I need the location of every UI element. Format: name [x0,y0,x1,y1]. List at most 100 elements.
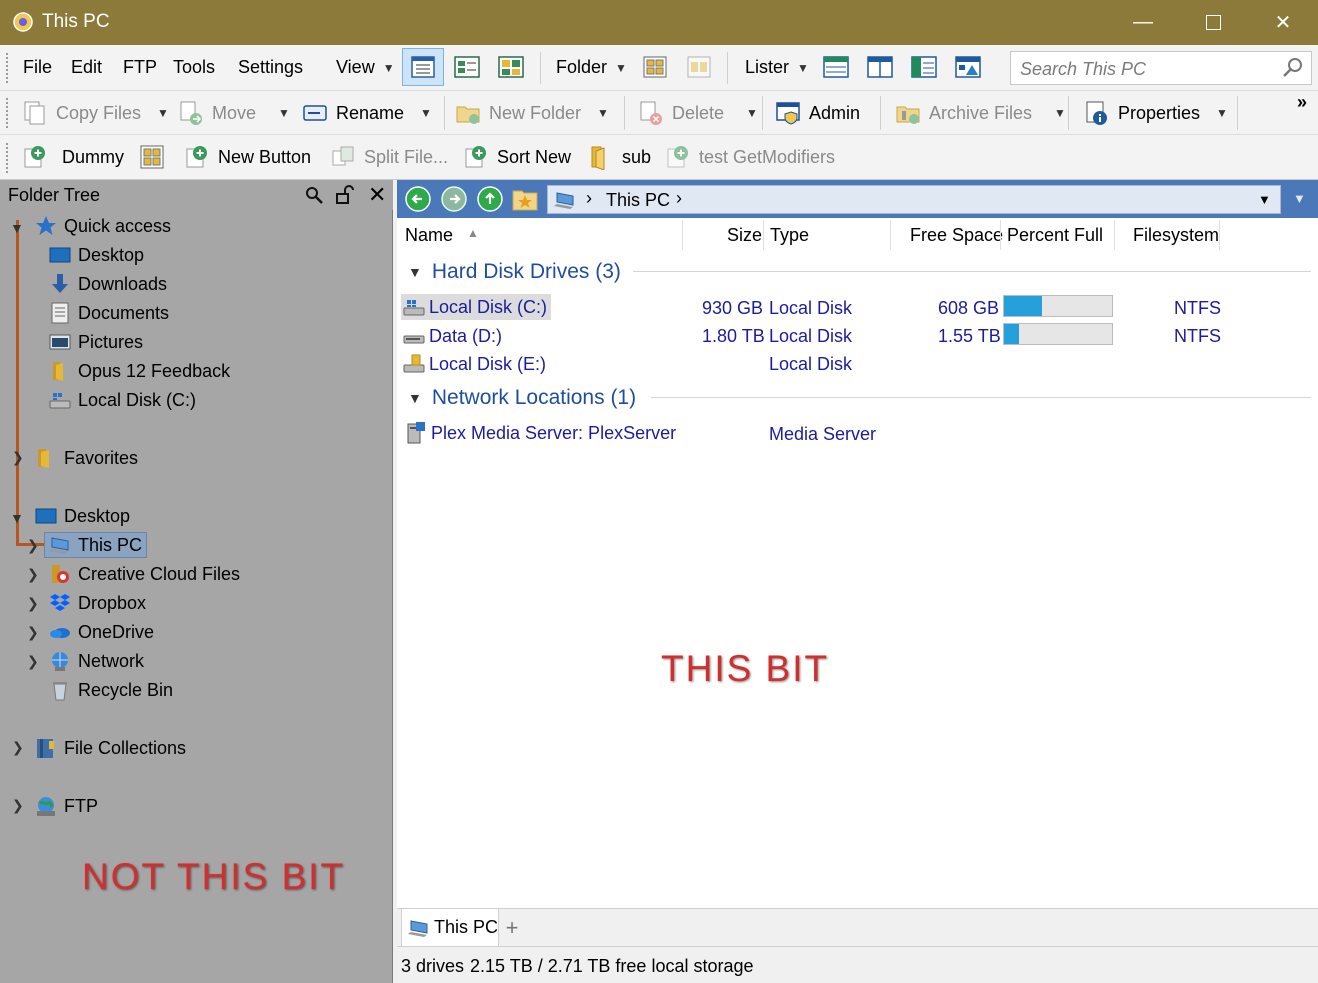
column-divider[interactable] [890,220,891,250]
tree-item-favorites[interactable]: Favorites [35,447,138,469]
column-header-free-space[interactable]: Free Space [910,225,1003,246]
tree-item-desktop[interactable]: Desktop [35,505,130,527]
tree-item-opus-feedback[interactable]: Opus 12 Feedback [49,360,230,382]
breadcrumb-this-pc[interactable]: This PC [606,190,670,211]
favorites-star-icon[interactable] [511,186,539,212]
group-header-hard-disk-drives[interactable]: ▼ Hard Disk Drives (3) [408,260,621,284]
tree-item-dropbox[interactable]: Dropbox [49,592,146,614]
menu-lister[interactable]: Lister ▼ [745,57,809,78]
breadcrumb-separator-icon[interactable]: › [676,188,682,209]
new-button-button[interactable]: New Button [184,144,311,170]
admin-button[interactable]: Admin [775,100,860,126]
split-file-button[interactable]: Split File... [330,144,448,170]
dual-horizontal-icon[interactable] [910,54,938,80]
single-display-icon[interactable] [822,54,850,80]
viewer-pane-icon[interactable] [954,54,982,80]
column-divider[interactable] [682,220,683,250]
tree-item-recycle-bin[interactable]: Recycle Bin [49,679,173,701]
column-divider[interactable] [763,220,764,250]
thumbnails-view-icon[interactable] [497,54,525,80]
archive-files-button[interactable]: Archive Files ▼ [895,100,1066,126]
tree-item-local-disk-c[interactable]: Local Disk (C:) [49,389,196,411]
minimize-button[interactable]: — [1108,0,1178,45]
menu-view[interactable]: View ▼ [336,57,395,78]
tree-item-network[interactable]: Network [49,650,144,672]
delete-button[interactable]: Delete ▼ [638,100,758,126]
properties-button[interactable]: Properties ▼ [1084,100,1228,126]
toolbar-grip[interactable] [6,53,9,83]
search-icon[interactable] [1281,56,1305,80]
collapse-chevron-icon[interactable]: ▼ [10,220,24,236]
column-header-type[interactable]: Type [770,225,809,246]
expand-chevron-icon[interactable]: ❯ [12,449,24,466]
sort-new-button[interactable]: Sort New [463,144,571,170]
expand-chevron-icon[interactable]: ❯ [27,624,39,641]
tree-item-quick-access[interactable]: Quick access [35,215,171,237]
menu-file[interactable]: File [23,57,52,78]
test-getmodifiers-button[interactable]: test GetModifiers [665,144,835,170]
dual-vertical-icon[interactable] [866,54,894,80]
maximize-button[interactable] [1178,0,1248,45]
collapse-chevron-icon[interactable]: ▼ [10,510,24,526]
details-view-button[interactable] [402,48,444,86]
tree-item-ftp[interactable]: FTP [35,795,98,817]
dummy-button[interactable]: Dummy [22,144,124,170]
folder-layout-icon[interactable] [641,54,669,80]
column-header-filesystem[interactable]: Filesystem [1133,225,1219,246]
column-divider[interactable] [1219,220,1220,250]
expand-chevron-icon[interactable]: ❯ [27,653,39,670]
expand-chevron-icon[interactable]: ❯ [12,797,24,814]
tree-item-desktop-qa[interactable]: Desktop [49,244,144,266]
expand-chevron-icon[interactable]: ❯ [27,537,39,554]
close-button[interactable]: ✕ [1248,0,1318,45]
close-pane-icon[interactable]: ✕ [368,182,386,208]
column-header-size[interactable]: Size [727,225,762,246]
sub-button[interactable]: sub [588,144,651,170]
overflow-chevron-icon[interactable]: » [1297,92,1307,113]
menu-settings[interactable]: Settings [238,57,303,78]
file-row-data-d[interactable]: Data (D:) [403,325,502,347]
tree-item-downloads[interactable]: Downloads [49,273,167,295]
file-row-local-disk-e[interactable]: Local Disk (E:) [403,353,546,375]
menu-folder[interactable]: Folder ▼ [556,57,627,78]
group-header-network-locations[interactable]: ▼ Network Locations (1) [408,386,636,410]
new-tab-plus-icon[interactable]: + [499,915,525,941]
new-folder-button[interactable]: New Folder ▼ [455,100,609,126]
tree-item-onedrive[interactable]: OneDrive [49,621,154,643]
power-view-icon[interactable] [453,54,481,80]
toolbar-grip[interactable] [6,98,9,128]
toolbar-grip[interactable] [6,143,9,173]
file-row-local-disk-c[interactable]: Local Disk (C:) [401,294,552,320]
file-row-plex-server[interactable]: Plex Media Server: PlexServer [405,421,676,445]
menu-ftp[interactable]: FTP [123,57,157,78]
menu-tools[interactable]: Tools [173,57,215,78]
tree-item-pictures[interactable]: Pictures [49,331,143,353]
tree-item-creative-cloud[interactable]: Creative Cloud Files [49,563,240,585]
expand-chevron-icon[interactable]: ❯ [27,566,39,583]
forward-arrow-icon[interactable] [441,186,467,212]
up-arrow-icon[interactable] [477,186,503,212]
tree-item-file-collections[interactable]: File Collections [35,737,186,759]
column-divider[interactable] [1114,220,1115,250]
back-arrow-icon[interactable] [405,186,431,212]
navbar-menu-chevron-icon[interactable]: ▼ [1293,191,1306,206]
expand-chevron-icon[interactable]: ❯ [12,739,24,756]
search-box[interactable]: Search This PC [1010,51,1312,85]
address-path-field[interactable]: › This PC › ▼ [547,185,1281,214]
search-icon[interactable] [304,185,324,205]
rename-button[interactable]: Rename ▼ [302,100,432,126]
move-button[interactable]: Move ▼ [178,100,290,126]
menu-edit[interactable]: Edit [71,57,102,78]
column-header-percent-full[interactable]: Percent Full [1007,225,1103,246]
tree-item-this-pc[interactable]: This PC [44,532,148,558]
unlock-icon[interactable] [335,185,355,205]
expand-chevron-icon[interactable]: ❯ [27,595,39,612]
column-header-name[interactable]: Name [405,225,453,246]
layout-grid-icon[interactable] [139,144,165,170]
address-dropdown-icon[interactable]: ▼ [1258,192,1271,207]
copy-files-button[interactable]: Copy Files ▼ [22,100,169,126]
tree-item-documents[interactable]: Documents [49,302,169,324]
column-divider[interactable] [1000,220,1001,250]
tab-this-pc[interactable]: This PC [401,909,499,947]
breadcrumb-separator-icon[interactable]: › [586,188,592,209]
